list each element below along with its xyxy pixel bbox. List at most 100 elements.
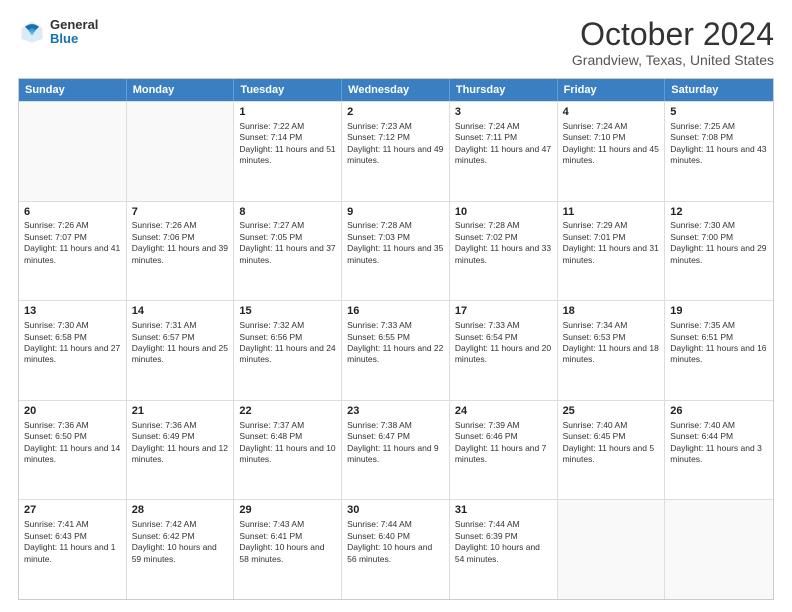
- cell-info: Sunrise: 7:30 AMSunset: 6:58 PMDaylight:…: [24, 320, 121, 366]
- calendar-row-5: 27Sunrise: 7:41 AMSunset: 6:43 PMDayligh…: [19, 499, 773, 599]
- cell-info: Sunrise: 7:43 AMSunset: 6:41 PMDaylight:…: [239, 519, 336, 565]
- day-number: 25: [563, 404, 660, 419]
- calendar-cell: 31Sunrise: 7:44 AMSunset: 6:39 PMDayligh…: [450, 500, 558, 599]
- calendar-cell: [558, 500, 666, 599]
- cell-info: Sunrise: 7:22 AMSunset: 7:14 PMDaylight:…: [239, 121, 336, 167]
- calendar-cell: 23Sunrise: 7:38 AMSunset: 6:47 PMDayligh…: [342, 401, 450, 500]
- calendar-cell: 21Sunrise: 7:36 AMSunset: 6:49 PMDayligh…: [127, 401, 235, 500]
- day-number: 26: [670, 404, 768, 419]
- calendar-cell: 28Sunrise: 7:42 AMSunset: 6:42 PMDayligh…: [127, 500, 235, 599]
- day-number: 9: [347, 205, 444, 220]
- calendar-cell: [19, 102, 127, 201]
- day-number: 14: [132, 304, 229, 319]
- calendar-row-3: 13Sunrise: 7:30 AMSunset: 6:58 PMDayligh…: [19, 300, 773, 400]
- calendar-row-1: 1Sunrise: 7:22 AMSunset: 7:14 PMDaylight…: [19, 101, 773, 201]
- calendar-body: 1Sunrise: 7:22 AMSunset: 7:14 PMDaylight…: [19, 101, 773, 599]
- cell-info: Sunrise: 7:35 AMSunset: 6:51 PMDaylight:…: [670, 320, 768, 366]
- header-day-friday: Friday: [558, 79, 666, 101]
- logo: General Blue: [18, 18, 98, 47]
- header: General Blue October 2024 Grandview, Tex…: [18, 18, 774, 68]
- cell-info: Sunrise: 7:30 AMSunset: 7:00 PMDaylight:…: [670, 220, 768, 266]
- cell-info: Sunrise: 7:36 AMSunset: 6:50 PMDaylight:…: [24, 420, 121, 466]
- day-number: 20: [24, 404, 121, 419]
- calendar-cell: 17Sunrise: 7:33 AMSunset: 6:54 PMDayligh…: [450, 301, 558, 400]
- calendar-row-2: 6Sunrise: 7:26 AMSunset: 7:07 PMDaylight…: [19, 201, 773, 301]
- calendar-cell: 27Sunrise: 7:41 AMSunset: 6:43 PMDayligh…: [19, 500, 127, 599]
- logo-text: General Blue: [50, 18, 98, 47]
- cell-info: Sunrise: 7:42 AMSunset: 6:42 PMDaylight:…: [132, 519, 229, 565]
- day-number: 21: [132, 404, 229, 419]
- day-number: 23: [347, 404, 444, 419]
- cell-info: Sunrise: 7:33 AMSunset: 6:55 PMDaylight:…: [347, 320, 444, 366]
- day-number: 29: [239, 503, 336, 518]
- cell-info: Sunrise: 7:29 AMSunset: 7:01 PMDaylight:…: [563, 220, 660, 266]
- cell-info: Sunrise: 7:44 AMSunset: 6:39 PMDaylight:…: [455, 519, 552, 565]
- header-day-tuesday: Tuesday: [234, 79, 342, 101]
- day-number: 13: [24, 304, 121, 319]
- calendar: SundayMondayTuesdayWednesdayThursdayFrid…: [18, 78, 774, 600]
- cell-info: Sunrise: 7:31 AMSunset: 6:57 PMDaylight:…: [132, 320, 229, 366]
- day-number: 6: [24, 205, 121, 220]
- calendar-cell: 20Sunrise: 7:36 AMSunset: 6:50 PMDayligh…: [19, 401, 127, 500]
- calendar-cell: 18Sunrise: 7:34 AMSunset: 6:53 PMDayligh…: [558, 301, 666, 400]
- calendar-cell: 15Sunrise: 7:32 AMSunset: 6:56 PMDayligh…: [234, 301, 342, 400]
- calendar-cell: 2Sunrise: 7:23 AMSunset: 7:12 PMDaylight…: [342, 102, 450, 201]
- header-day-thursday: Thursday: [450, 79, 558, 101]
- calendar-cell: 25Sunrise: 7:40 AMSunset: 6:45 PMDayligh…: [558, 401, 666, 500]
- calendar-cell: 9Sunrise: 7:28 AMSunset: 7:03 PMDaylight…: [342, 202, 450, 301]
- calendar-cell: 10Sunrise: 7:28 AMSunset: 7:02 PMDayligh…: [450, 202, 558, 301]
- cell-info: Sunrise: 7:24 AMSunset: 7:10 PMDaylight:…: [563, 121, 660, 167]
- page: General Blue October 2024 Grandview, Tex…: [0, 0, 792, 612]
- day-number: 28: [132, 503, 229, 518]
- cell-info: Sunrise: 7:23 AMSunset: 7:12 PMDaylight:…: [347, 121, 444, 167]
- day-number: 5: [670, 105, 768, 120]
- day-number: 11: [563, 205, 660, 220]
- day-number: 22: [239, 404, 336, 419]
- calendar-cell: [127, 102, 235, 201]
- day-number: 24: [455, 404, 552, 419]
- day-number: 31: [455, 503, 552, 518]
- day-number: 16: [347, 304, 444, 319]
- cell-info: Sunrise: 7:36 AMSunset: 6:49 PMDaylight:…: [132, 420, 229, 466]
- logo-blue-text: Blue: [50, 32, 98, 46]
- cell-info: Sunrise: 7:33 AMSunset: 6:54 PMDaylight:…: [455, 320, 552, 366]
- month-title: October 2024: [572, 18, 774, 50]
- calendar-cell: 26Sunrise: 7:40 AMSunset: 6:44 PMDayligh…: [665, 401, 773, 500]
- day-number: 27: [24, 503, 121, 518]
- day-number: 15: [239, 304, 336, 319]
- cell-info: Sunrise: 7:26 AMSunset: 7:06 PMDaylight:…: [132, 220, 229, 266]
- cell-info: Sunrise: 7:41 AMSunset: 6:43 PMDaylight:…: [24, 519, 121, 565]
- cell-info: Sunrise: 7:40 AMSunset: 6:44 PMDaylight:…: [670, 420, 768, 466]
- logo-general-text: General: [50, 18, 98, 32]
- cell-info: Sunrise: 7:39 AMSunset: 6:46 PMDaylight:…: [455, 420, 552, 466]
- logo-icon: [18, 18, 46, 46]
- day-number: 8: [239, 205, 336, 220]
- cell-info: Sunrise: 7:26 AMSunset: 7:07 PMDaylight:…: [24, 220, 121, 266]
- title-block: October 2024 Grandview, Texas, United St…: [572, 18, 774, 68]
- cell-info: Sunrise: 7:25 AMSunset: 7:08 PMDaylight:…: [670, 121, 768, 167]
- calendar-cell: 30Sunrise: 7:44 AMSunset: 6:40 PMDayligh…: [342, 500, 450, 599]
- calendar-cell: 1Sunrise: 7:22 AMSunset: 7:14 PMDaylight…: [234, 102, 342, 201]
- cell-info: Sunrise: 7:44 AMSunset: 6:40 PMDaylight:…: [347, 519, 444, 565]
- cell-info: Sunrise: 7:24 AMSunset: 7:11 PMDaylight:…: [455, 121, 552, 167]
- day-number: 3: [455, 105, 552, 120]
- cell-info: Sunrise: 7:34 AMSunset: 6:53 PMDaylight:…: [563, 320, 660, 366]
- calendar-cell: 29Sunrise: 7:43 AMSunset: 6:41 PMDayligh…: [234, 500, 342, 599]
- day-number: 7: [132, 205, 229, 220]
- cell-info: Sunrise: 7:38 AMSunset: 6:47 PMDaylight:…: [347, 420, 444, 466]
- calendar-cell: 14Sunrise: 7:31 AMSunset: 6:57 PMDayligh…: [127, 301, 235, 400]
- calendar-cell: 13Sunrise: 7:30 AMSunset: 6:58 PMDayligh…: [19, 301, 127, 400]
- calendar-cell: 7Sunrise: 7:26 AMSunset: 7:06 PMDaylight…: [127, 202, 235, 301]
- cell-info: Sunrise: 7:37 AMSunset: 6:48 PMDaylight:…: [239, 420, 336, 466]
- calendar-cell: 4Sunrise: 7:24 AMSunset: 7:10 PMDaylight…: [558, 102, 666, 201]
- calendar-cell: 8Sunrise: 7:27 AMSunset: 7:05 PMDaylight…: [234, 202, 342, 301]
- cell-info: Sunrise: 7:28 AMSunset: 7:02 PMDaylight:…: [455, 220, 552, 266]
- cell-info: Sunrise: 7:32 AMSunset: 6:56 PMDaylight:…: [239, 320, 336, 366]
- calendar-cell: 5Sunrise: 7:25 AMSunset: 7:08 PMDaylight…: [665, 102, 773, 201]
- calendar-cell: [665, 500, 773, 599]
- header-day-saturday: Saturday: [665, 79, 773, 101]
- day-number: 17: [455, 304, 552, 319]
- day-number: 18: [563, 304, 660, 319]
- calendar-cell: 19Sunrise: 7:35 AMSunset: 6:51 PMDayligh…: [665, 301, 773, 400]
- header-day-sunday: Sunday: [19, 79, 127, 101]
